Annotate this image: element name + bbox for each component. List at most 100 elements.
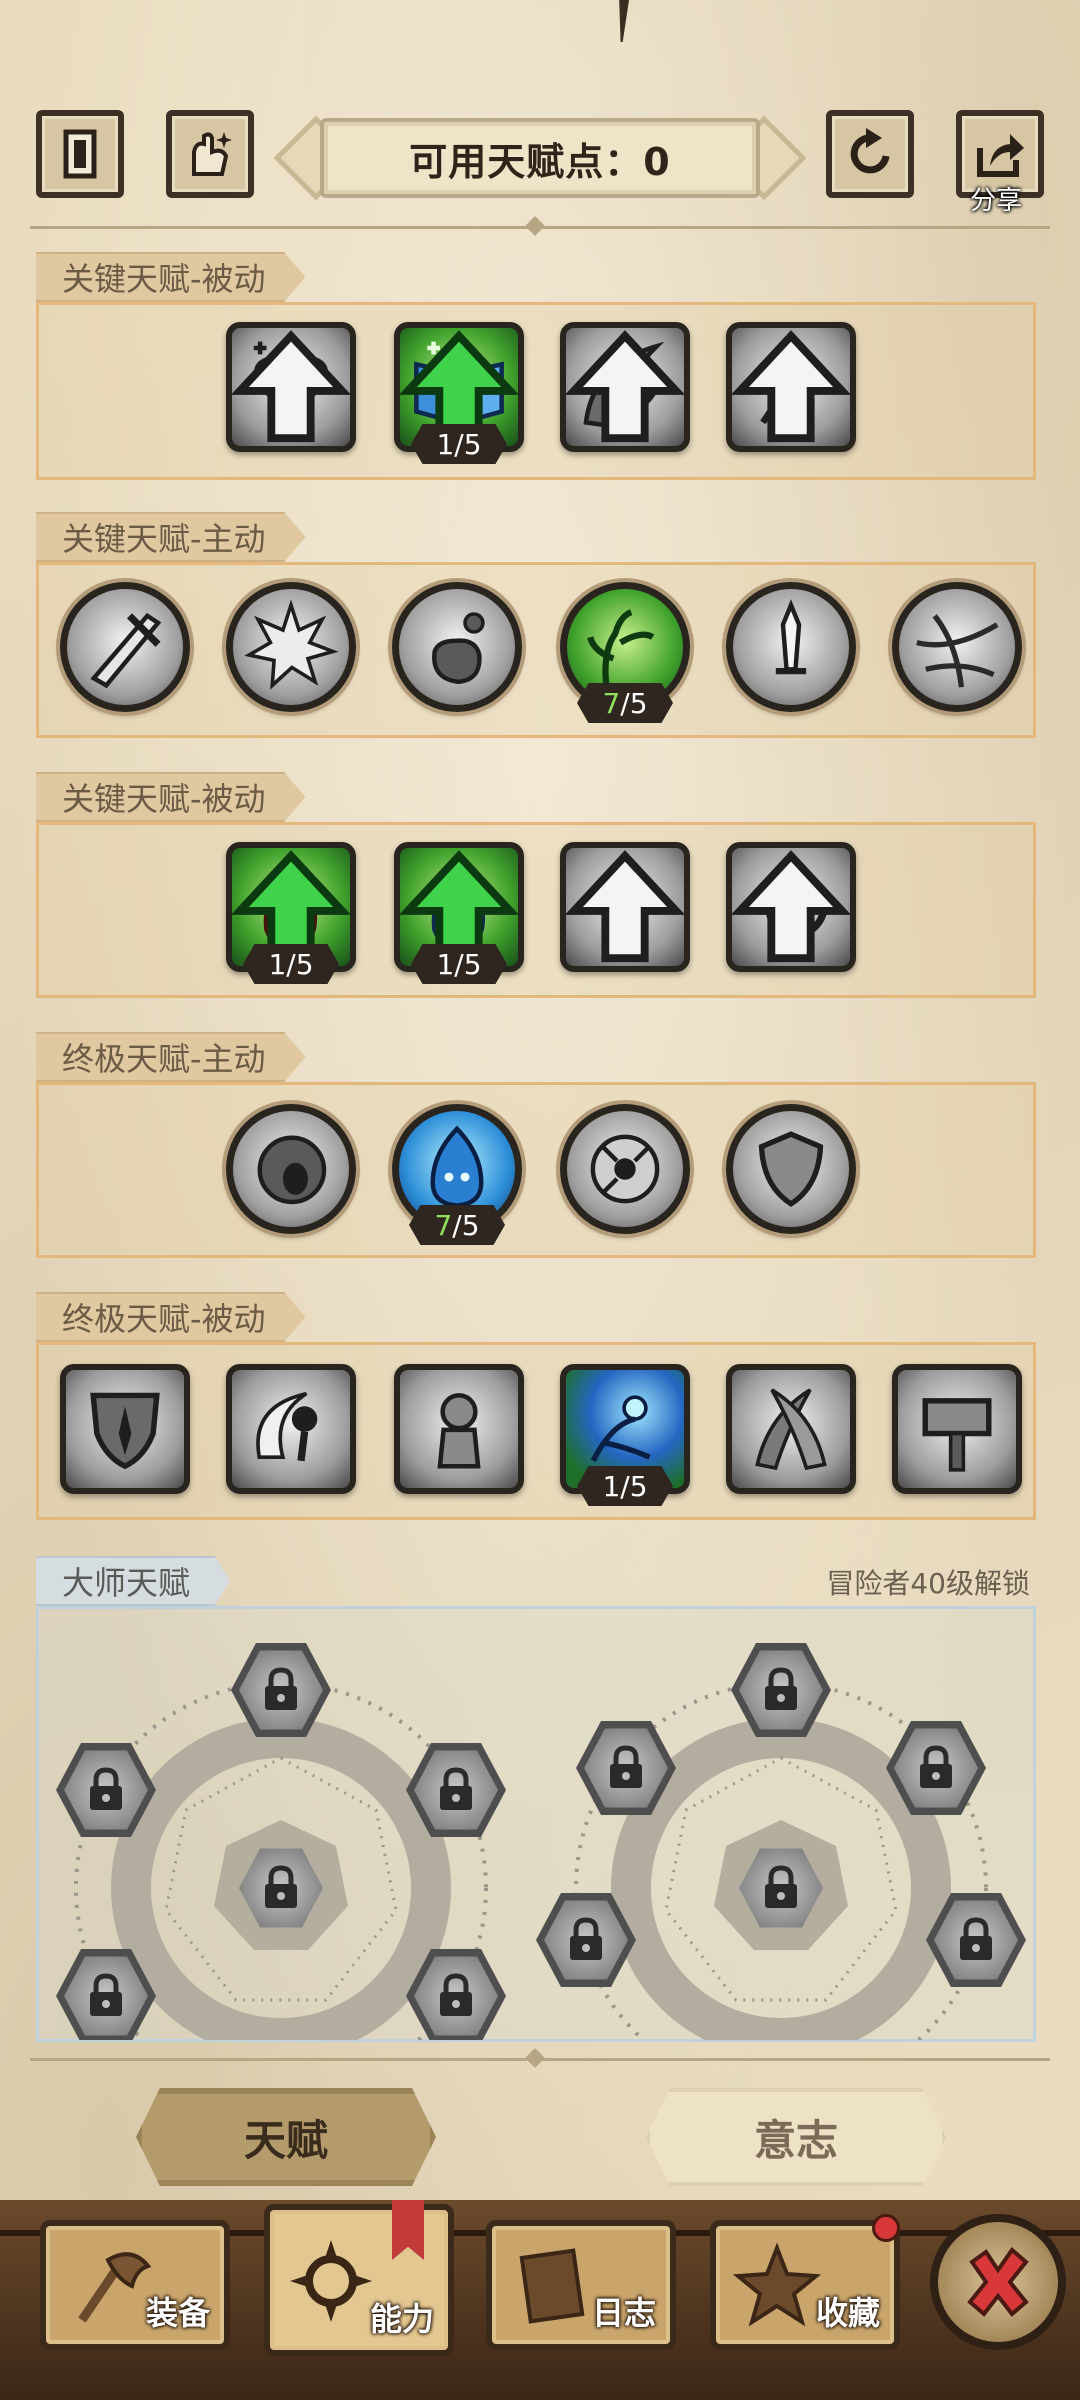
- talent-points-banner: 可用天赋点：0: [273, 112, 807, 204]
- share-label: 分享: [970, 186, 1023, 216]
- section-key-passive-2: [36, 822, 1036, 998]
- talent-crossed-blades[interactable]: [726, 1364, 856, 1494]
- active-ribbon: [392, 2200, 424, 2260]
- rock-icon: [432, 612, 485, 685]
- reset-icon: [850, 128, 890, 174]
- upgrade-arrow-icon: [566, 330, 684, 443]
- talent-spirit-flame[interactable]: 7/5: [392, 1104, 522, 1245]
- star-icon: [732, 2242, 822, 2327]
- talent-roar[interactable]: [226, 1104, 356, 1234]
- talent-slash[interactable]: [560, 322, 690, 452]
- talent-red-potion[interactable]: 1/5: [226, 842, 356, 984]
- journal-icon: [519, 2248, 585, 2324]
- lock-icon: [440, 1973, 472, 2016]
- talent-greatsword[interactable]: [60, 582, 190, 712]
- lock-icon: [265, 1667, 297, 1710]
- crest-shield-icon: [90, 1392, 160, 1470]
- talent-spiral[interactable]: [726, 842, 856, 972]
- talent-rock-throw[interactable]: [392, 582, 522, 712]
- nav-ability[interactable]: 能力: [264, 2200, 454, 2356]
- nav-log[interactable]: 日志: [486, 2220, 676, 2350]
- lock-icon: [610, 1745, 642, 1788]
- talent-shadow-moon[interactable]: [226, 1364, 356, 1494]
- master-unlock-hint: 冒险者40级解锁: [826, 1567, 1030, 1600]
- talent-hammer[interactable]: [892, 1364, 1022, 1494]
- shadow-moon-icon: [256, 1391, 318, 1462]
- section-title-ultimate-passive: 终极天赋-被动: [36, 1292, 306, 1342]
- lock-icon: [265, 1865, 297, 1908]
- talent-doll[interactable]: [394, 1364, 524, 1494]
- section-ultimate-active: [36, 1082, 1036, 1258]
- nav-collection[interactable]: 收藏: [710, 2214, 900, 2350]
- crossed-blades-icon: [755, 1388, 827, 1471]
- nav-log-label: 日志: [591, 2294, 656, 2332]
- talent-points-text: 可用天赋点：0: [320, 118, 760, 198]
- lock-icon: [960, 1917, 992, 1960]
- talent-dodge[interactable]: [726, 322, 856, 452]
- talent-arcane-orb[interactable]: 1/5: [560, 1364, 690, 1506]
- section-key-passive-1: [36, 302, 1036, 480]
- talent-book-button[interactable]: [36, 110, 124, 198]
- section-title-ultimate-active: 终极天赋-主动: [36, 1032, 306, 1082]
- close-icon: [967, 2247, 1029, 2317]
- thorns-icon: [916, 614, 999, 688]
- shield-icon: [758, 1131, 824, 1207]
- ability-sigil-icon: [290, 2240, 372, 2322]
- talent-sword-rain[interactable]: [726, 582, 856, 712]
- talent-blue-potion[interactable]: 1/5: [394, 842, 524, 984]
- section-title-key-passive-2: 关键天赋-被动: [36, 772, 306, 822]
- book-icon: [63, 129, 97, 179]
- upgrade-arrow-icon: [566, 850, 684, 963]
- upgrade-arrow-icon: [732, 850, 850, 963]
- master-tree-rings: [74, 1681, 988, 2040]
- talent-vortex[interactable]: [560, 1104, 690, 1234]
- talent-shield[interactable]: [726, 1104, 856, 1234]
- paper-crack: [619, 0, 629, 42]
- header-divider: [30, 226, 1050, 229]
- lock-icon: [765, 1865, 797, 1908]
- section-title-key-passive-1: 关键天赋-被动: [36, 252, 306, 302]
- upgrade-arrow-icon: [232, 330, 350, 443]
- nav-equipment-label: 装备: [145, 2294, 210, 2332]
- axe-icon: [78, 2252, 152, 2323]
- lock-icon: [90, 1767, 122, 1810]
- nav-ability-label: 能力: [369, 2300, 434, 2338]
- talent-spellbook[interactable]: 1/5: [394, 322, 524, 464]
- level-badge: 1/5: [411, 944, 507, 984]
- nav-collection-label: 收藏: [815, 2294, 880, 2332]
- lock-icon: [570, 1917, 602, 1960]
- talent-sword-strike[interactable]: [560, 842, 690, 972]
- nav-equipment[interactable]: 装备: [40, 2220, 230, 2350]
- hammer-icon: [922, 1398, 992, 1472]
- lock-icon: [440, 1767, 472, 1810]
- roar-face-icon: [257, 1135, 327, 1205]
- share-icon: [977, 134, 1024, 177]
- level-badge: 7/5: [409, 1205, 505, 1245]
- upgrade-arrow-icon: [732, 330, 850, 443]
- section-title-key-active: 关键天赋-主动: [36, 512, 306, 562]
- explosion-icon: [244, 599, 339, 690]
- master-talent-tree: [36, 1610, 1036, 2040]
- level-badge: 7/5: [577, 683, 673, 723]
- skill-hand-button[interactable]: [166, 110, 254, 198]
- falling-sword-icon: [775, 599, 807, 675]
- lock-icon: [920, 1745, 952, 1788]
- level-badge: 1/5: [243, 944, 339, 984]
- close-button[interactable]: [930, 2214, 1066, 2350]
- tab-will[interactable]: 意志: [646, 2088, 946, 2186]
- tab-talent[interactable]: 天赋: [136, 2088, 436, 2186]
- talent-explosion[interactable]: [226, 582, 356, 712]
- vortex-icon: [590, 1134, 660, 1204]
- doll-icon: [437, 1393, 481, 1469]
- level-badge: 1/5: [577, 1466, 673, 1506]
- hand-sparkle-icon: [192, 132, 232, 176]
- talent-crest-shield[interactable]: [60, 1364, 190, 1494]
- level-badge: 1/5: [411, 424, 507, 464]
- talent-heart-plus[interactable]: [226, 322, 356, 452]
- sword-icon: [90, 612, 162, 689]
- talent-thorns[interactable]: [892, 582, 1022, 712]
- lock-icon: [90, 1973, 122, 2016]
- reset-talents-button[interactable]: [826, 110, 914, 198]
- lock-icon: [765, 1667, 797, 1710]
- talent-vine-grasp[interactable]: 7/5: [560, 582, 690, 723]
